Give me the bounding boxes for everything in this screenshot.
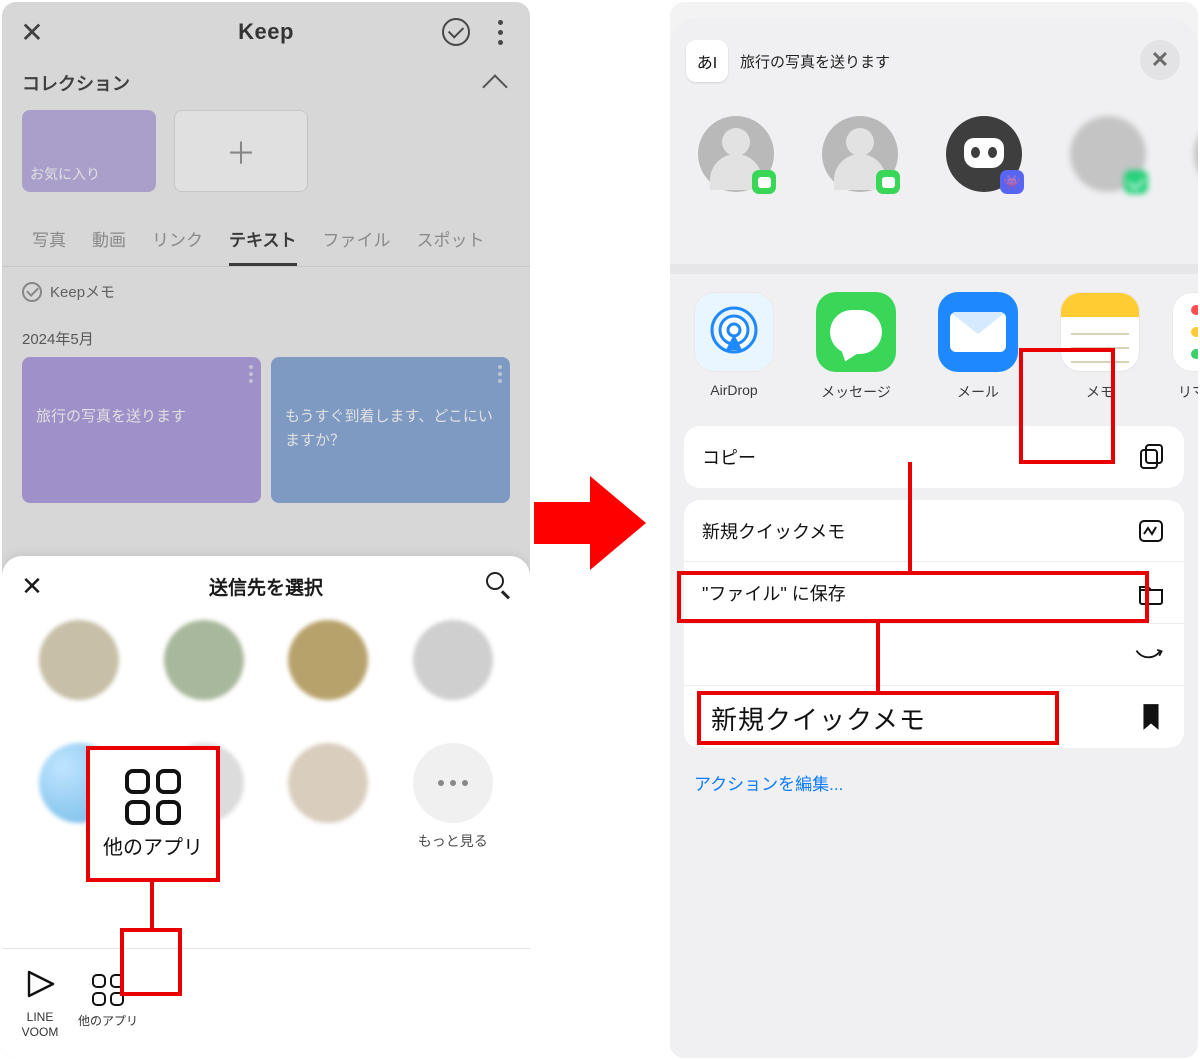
left-phone-frame: ✕ Keep コレクション お気に入り ＋ 写真 動画 リンク テキスト ファイ… bbox=[2, 2, 530, 1058]
ios-share-sheet: あI 旅行の写真を送ります ✕ 👾 bbox=[670, 18, 1198, 1058]
add-collection-tile[interactable]: ＋ bbox=[174, 110, 308, 192]
quick-memo-action[interactable]: 新規クイックメモ bbox=[684, 500, 1184, 562]
sheet-title: 送信先を選択 bbox=[2, 573, 530, 600]
copy-icon bbox=[1136, 442, 1166, 472]
apps-grid-icon bbox=[125, 769, 181, 825]
memo-card[interactable]: 旅行の写真を送ります bbox=[22, 357, 261, 503]
share-sheet: ✕ 送信先を選択 もっと見る LI bbox=[2, 556, 530, 1058]
search-icon[interactable] bbox=[486, 572, 514, 600]
check-icon bbox=[22, 282, 42, 302]
share-contact[interactable] bbox=[1180, 116, 1198, 236]
text-input-icon: あI bbox=[686, 40, 728, 82]
share-contact[interactable]: 👾 bbox=[932, 116, 1036, 236]
share-preview-text: 旅行の写真を送ります bbox=[740, 51, 890, 72]
flow-arrow-icon bbox=[534, 476, 648, 570]
collection-tiles: お気に入り ＋ bbox=[2, 100, 530, 192]
mail-button[interactable]: メール bbox=[928, 292, 1028, 402]
amazon-icon bbox=[1132, 640, 1166, 670]
share-contact[interactable] bbox=[1056, 116, 1160, 236]
tab-videos[interactable]: 動画 bbox=[92, 226, 126, 266]
annotation-line bbox=[908, 462, 912, 573]
share-more-button[interactable]: もっと見る bbox=[396, 743, 511, 851]
amazon-search-action[interactable] bbox=[684, 624, 1184, 686]
voom-icon bbox=[20, 964, 60, 1004]
messages-badge-icon bbox=[876, 170, 900, 194]
app-label: AirDrop bbox=[710, 382, 757, 398]
callout-quick-memo: 新規クイックメモ bbox=[697, 691, 1059, 745]
share-contacts-grid: もっと見る bbox=[2, 616, 530, 851]
tab-links[interactable]: リンク bbox=[152, 226, 203, 266]
share-preview-row: あI 旅行の写真を送ります ✕ bbox=[670, 30, 1198, 92]
tab-files[interactable]: ファイル bbox=[323, 226, 391, 266]
highlight-other-apps-small bbox=[120, 928, 182, 996]
discord-icon: 👾 bbox=[946, 116, 1022, 192]
kebab-menu-icon[interactable] bbox=[488, 16, 512, 48]
section-divider bbox=[670, 264, 1198, 274]
collection-title: コレクション bbox=[22, 70, 130, 96]
keep-tabs: 写真 動画 リンク テキスト ファイル スポット bbox=[2, 192, 530, 267]
check-circle-icon[interactable] bbox=[442, 18, 470, 46]
share-contact[interactable] bbox=[22, 620, 137, 725]
more-apps-button[interactable]: リマ bbox=[1172, 292, 1198, 402]
tab-spots[interactable]: スポット bbox=[417, 226, 485, 266]
airdrop-icon bbox=[694, 292, 774, 372]
messages-button[interactable]: メッセージ bbox=[806, 292, 906, 402]
messages-badge-icon bbox=[752, 170, 776, 194]
messages-icon bbox=[816, 292, 896, 372]
close-icon[interactable]: ✕ bbox=[1140, 40, 1180, 80]
memo-card[interactable]: もうすぐ到着します、どこにいますか？ bbox=[271, 357, 510, 503]
tab-text[interactable]: テキスト bbox=[229, 226, 297, 266]
share-contact[interactable] bbox=[271, 620, 386, 725]
app-label: メール bbox=[957, 382, 999, 402]
memo-cards: 旅行の写真を送ります もうすぐ到着します、どこにいますか？ bbox=[2, 357, 530, 503]
airdrop-button[interactable]: AirDrop bbox=[684, 292, 784, 402]
tab-photos[interactable]: 写真 bbox=[32, 226, 66, 266]
voom-label: LINE VOOM bbox=[22, 1010, 59, 1039]
share-sheet-bottom-bar: LINE VOOM 他のアプリ bbox=[2, 948, 530, 1058]
share-contact[interactable] bbox=[684, 116, 788, 236]
edit-actions-link[interactable]: アクションを編集... bbox=[670, 764, 1198, 795]
share-contact[interactable] bbox=[808, 116, 912, 236]
other-apps-label: 他のアプリ bbox=[78, 1012, 138, 1029]
annotation-line bbox=[150, 882, 154, 930]
action-label: 新規クイックメモ bbox=[702, 518, 845, 544]
share-contacts-row: 👾 bbox=[670, 92, 1198, 264]
app-label: メッセージ bbox=[821, 382, 891, 402]
chevron-up-icon bbox=[482, 74, 507, 99]
discord-badge-icon: 👾 bbox=[1000, 170, 1024, 194]
app-label: リマ bbox=[1178, 382, 1198, 402]
action-label: コピー bbox=[702, 444, 756, 470]
callout-label: 他のアプリ bbox=[103, 831, 203, 860]
highlight-notes-app bbox=[1019, 348, 1115, 464]
share-contact[interactable] bbox=[396, 620, 511, 725]
memo-text: もうすぐ到着します、どこにいますか？ bbox=[285, 405, 496, 453]
share-sheet-header: ✕ 送信先を選択 bbox=[2, 556, 530, 616]
mail-icon bbox=[938, 292, 1018, 372]
share-contact[interactable] bbox=[271, 743, 386, 851]
memo-text: 旅行の写真を送ります bbox=[36, 405, 247, 429]
keep-memo-label: Keepメモ bbox=[50, 281, 115, 302]
annotation-line bbox=[876, 621, 880, 695]
card-more-icon[interactable] bbox=[498, 365, 502, 383]
app-badge-icon bbox=[1124, 170, 1148, 194]
bookmark-icon bbox=[1136, 702, 1166, 732]
collection-header[interactable]: コレクション bbox=[2, 62, 530, 100]
right-phone-frame: あI 旅行の写真を送ります ✕ 👾 bbox=[670, 2, 1198, 1058]
keep-header: ✕ Keep bbox=[2, 2, 530, 62]
favorites-tile[interactable]: お気に入り bbox=[22, 110, 156, 192]
more-icon bbox=[1172, 292, 1198, 372]
keep-memo-row[interactable]: Keepメモ bbox=[2, 267, 530, 306]
quick-memo-icon bbox=[1136, 516, 1166, 546]
line-voom-button[interactable]: LINE VOOM bbox=[20, 964, 60, 1039]
share-preview-chip[interactable]: あI 旅行の写真を送ります bbox=[686, 40, 890, 82]
callout-other-apps-large: 他のアプリ bbox=[86, 746, 220, 882]
card-more-icon[interactable] bbox=[249, 365, 253, 383]
share-contact[interactable] bbox=[147, 620, 262, 725]
share-apps-row: AirDrop メッセージ メール メモ bbox=[670, 274, 1198, 418]
highlight-quick-memo-row bbox=[677, 571, 1149, 623]
date-section-label: 2024年5月 bbox=[2, 306, 530, 357]
favorites-label: お気に入り bbox=[30, 164, 100, 184]
